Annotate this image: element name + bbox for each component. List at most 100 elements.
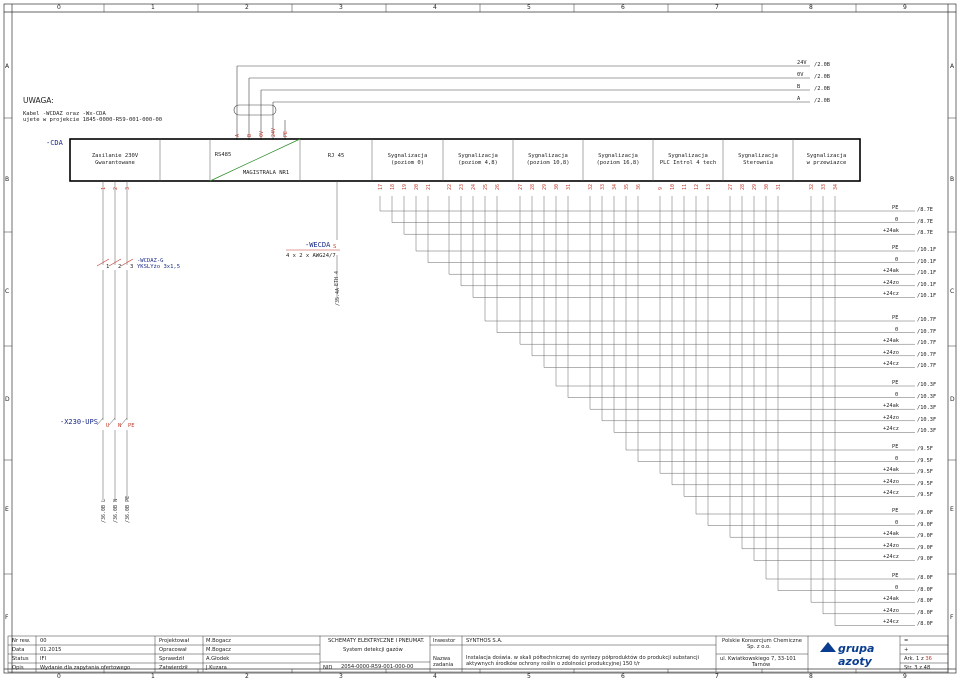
tb-task-label: Nazwa zadania	[433, 656, 454, 668]
device-pin: 11	[682, 183, 688, 190]
grid-column-label: 8	[809, 4, 813, 11]
cross-ref-link[interactable]: /10.7F	[917, 329, 936, 335]
cross-ref-label: 0	[895, 216, 899, 223]
ups-ref-n[interactable]: /36.0B N	[113, 499, 119, 523]
cross-ref-link[interactable]: /8.0F	[917, 621, 933, 627]
cross-ref-link[interactable]: /10.3F	[917, 417, 936, 423]
cross-ref-label: +24zo	[883, 414, 899, 421]
cross-ref-link[interactable]: /10.3F	[917, 428, 936, 434]
cross-ref-link[interactable]: /8.0F	[917, 610, 933, 616]
cross-ref-link[interactable]: /10.1F	[917, 293, 936, 299]
tb-address-2: Tarnów	[752, 662, 771, 668]
cross-ref-link[interactable]: /9.5F	[917, 446, 933, 452]
tb-nr-rew: 00	[40, 638, 47, 644]
cross-ref-label: +24cz	[883, 426, 899, 433]
cable-wecda-spec: 4 x 2 x AWG24/7	[286, 253, 336, 259]
cross-ref-link[interactable]: /10.1F	[917, 247, 936, 253]
device-pin: 12	[694, 183, 700, 190]
ups-ref-l[interactable]: /36.0B L	[101, 499, 107, 523]
pin-wire	[613, 196, 915, 433]
cross-ref-link[interactable]: /8.0F	[917, 575, 933, 581]
cross-ref-link[interactable]: /9.0F	[917, 556, 933, 562]
device-pin: 32	[588, 183, 594, 190]
cross-ref-label: 0	[895, 326, 899, 333]
pin-wire	[834, 196, 915, 626]
power-ref-link[interactable]: /2.0B	[814, 74, 830, 80]
cross-ref-link[interactable]: /10.7F	[917, 317, 936, 323]
cross-ref-link[interactable]: /10.7F	[917, 352, 936, 358]
power-ref-link[interactable]: /2.0B	[814, 98, 830, 104]
cross-ref-link[interactable]: /10.3F	[917, 382, 936, 388]
device-pin: 13	[706, 183, 712, 190]
svg-text:azoty: azoty	[838, 655, 873, 668]
pin-wire	[659, 196, 915, 474]
cross-ref-link[interactable]: /10.3F	[917, 394, 936, 400]
power-ref-link[interactable]: /2.0B	[814, 86, 830, 92]
top-pin-label: 24V	[271, 127, 277, 137]
cross-ref-link[interactable]: /8.0F	[917, 598, 933, 604]
cross-ref-link[interactable]: /8.7E	[917, 207, 933, 213]
note-title: UWAGA:	[23, 96, 54, 105]
cross-ref-link[interactable]: /10.3F	[917, 405, 936, 411]
device-pin-left: 3	[125, 186, 131, 190]
top-pin-label: 0V	[259, 130, 265, 137]
cross-ref-link[interactable]: /8.0F	[917, 587, 933, 593]
grid-row-label: A	[5, 63, 10, 70]
device-section-label: Sygnalizacja (poziom 10,8)	[526, 153, 570, 166]
cross-ref-link[interactable]: /8.7E	[917, 219, 933, 225]
cross-ref-link[interactable]: /9.0F	[917, 510, 933, 516]
device-pin: 24	[471, 183, 477, 190]
ups-ref-pe[interactable]: /36.0B PE	[125, 496, 131, 523]
cross-ref-link[interactable]: /9.5F	[917, 481, 933, 487]
cross-ref-link[interactable]: /9.0F	[917, 533, 933, 539]
cross-ref-link[interactable]: /8.7E	[917, 230, 933, 236]
cross-ref-link[interactable]: /10.1F	[917, 282, 936, 288]
cross-ref-label: +24cz	[883, 291, 899, 298]
cable-wecda-tag: -WECDA	[305, 241, 331, 249]
cross-ref-link[interactable]: /10.7F	[917, 340, 936, 346]
cable-wecda-ref[interactable]: /35.4A	[335, 288, 341, 306]
grid-row-label: F	[5, 614, 9, 621]
cross-ref-link[interactable]: /9.5F	[917, 458, 933, 464]
device-pin-left: 2	[113, 186, 119, 190]
device-pin-left: 1	[101, 186, 107, 190]
cross-ref-link[interactable]: /10.1F	[917, 270, 936, 276]
device-pin: 18	[390, 183, 396, 190]
cross-ref-label: 0	[895, 455, 899, 462]
cable-core-2: 2	[118, 264, 122, 270]
device-pin: 20	[414, 183, 420, 190]
tb-eq: =	[904, 638, 909, 644]
device-pin: 30	[554, 183, 560, 190]
cross-ref-link[interactable]: /10.1F	[917, 259, 936, 265]
svg-text:grupa: grupa	[838, 642, 874, 655]
power-ref-link[interactable]: /2.0B	[814, 62, 830, 68]
cross-ref-link[interactable]: /9.5F	[917, 492, 933, 498]
cross-ref-link[interactable]: /10.7F	[917, 363, 936, 369]
pin-wire	[810, 196, 915, 603]
grid-row-label: F	[950, 614, 954, 621]
cable-wecda-suffix: S	[333, 244, 337, 250]
grid-column-label: 9	[903, 4, 907, 11]
device-pin: 9	[658, 186, 664, 190]
cross-ref-link[interactable]: /9.5F	[917, 469, 933, 475]
tb-projektowal: M.Bogacz	[206, 638, 231, 644]
cross-ref-label: +24cz	[883, 619, 899, 626]
device-pin: 32	[809, 183, 815, 190]
tb-company-2: Sp. z o.o.	[747, 644, 771, 650]
cross-ref-label: +24zo	[883, 279, 899, 286]
tb-zatwierdzil-label: Zatwierdził	[159, 665, 188, 671]
grid-column-label: 0	[57, 673, 61, 680]
grid-column-label: 4	[433, 673, 437, 680]
device-section-label: MAGISTRALA NR1	[242, 170, 290, 176]
note-line-2: ujete w projekcie 1845-0000-R59-001-000-…	[23, 117, 163, 123]
grid-row-label: B	[950, 176, 955, 183]
cross-ref-link[interactable]: /9.0F	[917, 522, 933, 528]
tb-nid-label: NID	[323, 665, 333, 671]
device-section-label: Sygnalizacja Sterownia	[738, 153, 778, 166]
cable-core-3: 3	[130, 264, 134, 270]
cross-ref-link[interactable]: /9.0F	[917, 545, 933, 551]
grid-row-label: B	[5, 176, 10, 183]
tb-opracowal-label: Opracował	[159, 647, 187, 653]
grid-column-label: 1	[151, 4, 155, 11]
device-pin: 33	[600, 183, 606, 190]
